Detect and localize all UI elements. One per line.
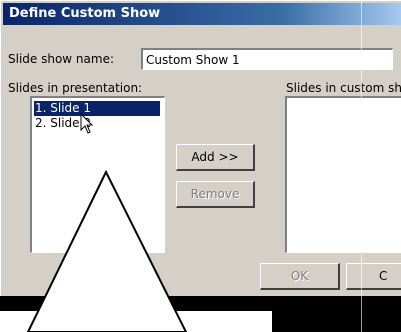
pointer-arrow-icon: [80, 113, 94, 134]
triangle-shape: [26, 169, 188, 332]
